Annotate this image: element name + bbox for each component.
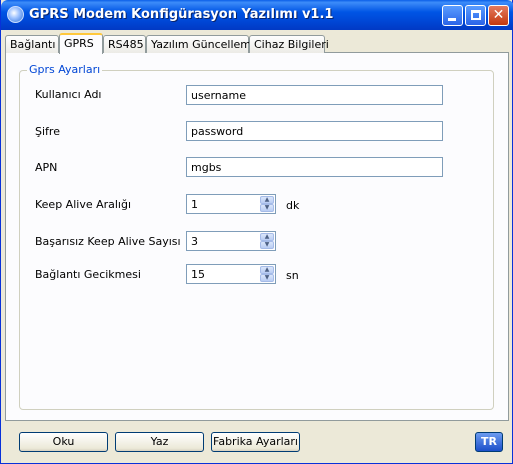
connection-delay-unit: sn [286,269,299,282]
stepper-value: 15 [191,268,205,281]
connection-delay-stepper[interactable]: 15 ▲ ▼ [186,264,276,284]
keep-alive-interval-label: Keep Alive Aralığı [35,198,132,211]
tab-yazilim-guncelleme[interactable]: Yazılım Güncelleme [146,35,258,53]
read-button[interactable]: Oku [19,432,108,452]
keep-alive-interval-stepper[interactable]: 1 ▲ ▼ [186,194,276,214]
tab-baglanti[interactable]: Bağlantı [5,35,59,53]
minimize-icon [448,18,456,21]
stepper-value: 1 [191,198,198,211]
factory-settings-button[interactable]: Fabrika Ayarları [211,432,300,452]
app-globe-icon [7,6,24,23]
connection-delay-label: Bağlantı Gecikmesi [35,268,141,281]
apn-label: APN [35,161,58,174]
maximize-button[interactable] [465,5,486,26]
stepper-down-icon[interactable]: ▼ [260,241,274,249]
keep-alive-unit: dk [286,199,300,212]
password-input[interactable] [186,121,443,141]
tab-rs485[interactable]: RS485 [103,35,146,53]
stepper-buttons: ▲ ▼ [260,233,274,249]
stepper-up-icon[interactable]: ▲ [260,196,274,204]
stepper-value: 3 [191,235,198,248]
stepper-down-icon[interactable]: ▼ [260,274,274,282]
group-title: Gprs Ayarları [27,63,103,76]
failed-keep-alive-count-label: Başarısız Keep Alive Sayısı [35,235,181,248]
username-input[interactable] [186,85,443,105]
write-button[interactable]: Yaz [115,432,204,452]
stepper-buttons: ▲ ▼ [260,266,274,282]
close-icon: ✕ [492,7,505,23]
stepper-down-icon[interactable]: ▼ [260,204,274,212]
app-window: GPRS Modem Konfigürasyon Yazılımı v1.1 ✕… [0,0,513,464]
username-label: Kullanıcı Adı [35,88,102,101]
stepper-up-icon[interactable]: ▲ [260,266,274,274]
maximize-icon [471,10,481,20]
tab-label: Cihaz Bilgileri [254,38,329,51]
tab-label: GPRS [64,37,94,50]
apn-input[interactable] [186,157,443,177]
close-button[interactable]: ✕ [488,5,509,26]
tab-label: Bağlantı [10,38,56,51]
stepper-up-icon[interactable]: ▲ [260,233,274,241]
language-button[interactable]: TR [475,432,503,452]
tab-gprs[interactable]: GPRS [59,33,103,54]
title-bar[interactable]: GPRS Modem Konfigürasyon Yazılımı v1.1 ✕ [1,0,513,30]
tab-label: RS485 [108,38,144,51]
window-title: GPRS Modem Konfigürasyon Yazılımı v1.1 [29,7,334,22]
stepper-buttons: ▲ ▼ [260,196,274,212]
tab-label: Yazılım Güncelleme [151,38,258,51]
password-label: Şifre [35,125,60,138]
failed-keep-alive-count-stepper[interactable]: 3 ▲ ▼ [186,231,276,251]
minimize-button[interactable] [442,5,463,26]
tab-cihaz-bilgileri[interactable]: Cihaz Bilgileri [249,35,329,53]
